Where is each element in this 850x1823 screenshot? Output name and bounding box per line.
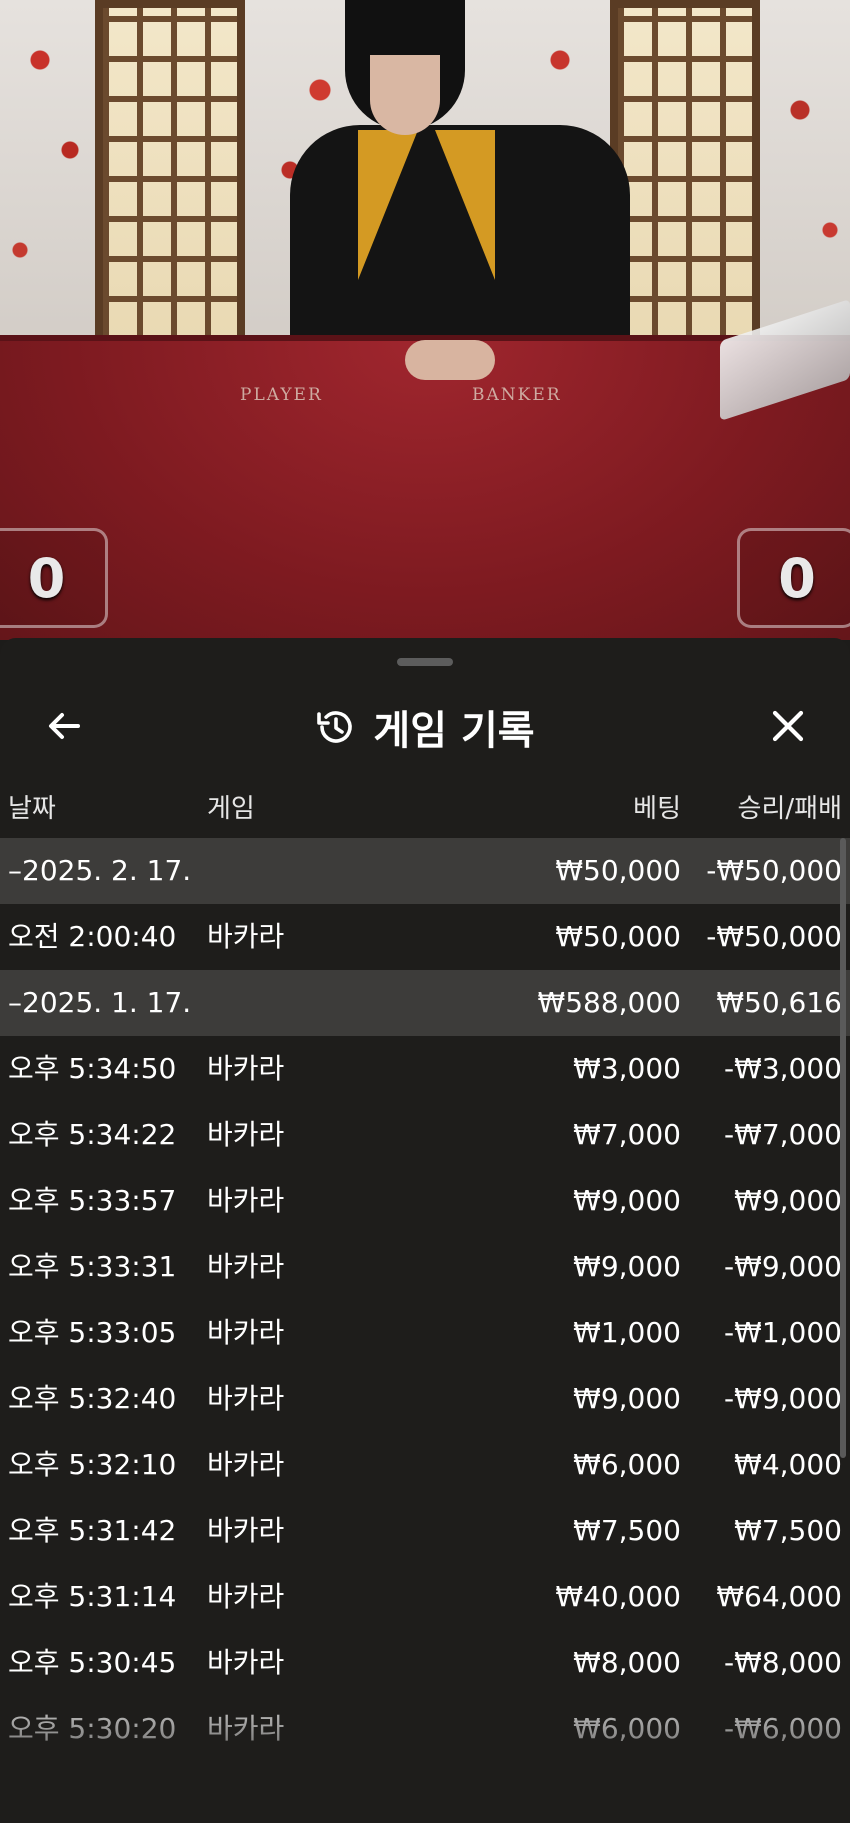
cell-game: 바카라 [207, 920, 285, 953]
history-row[interactable]: 오후 5:31:14 바카라 ₩40,000 ₩64,000 [0, 1564, 850, 1630]
cell-bet: ₩9,000 [573, 1184, 681, 1217]
close-icon [772, 710, 804, 742]
cell-winloss: -₩3,000 [724, 1052, 842, 1085]
cell-winloss: -₩9,000 [724, 1250, 842, 1283]
cell-bet: ₩50,000 [555, 854, 681, 887]
cell-date: 오후 5:30:20 [8, 1712, 177, 1745]
title-group: 게임 기록 [0, 700, 850, 754]
column-header-game: 게임 [207, 794, 255, 824]
cell-bet: ₩9,000 [573, 1250, 681, 1283]
cell-winloss: -₩8,000 [724, 1646, 842, 1679]
cell-date: 오후 5:32:40 [8, 1382, 177, 1415]
cell-bet: ₩6,000 [573, 1712, 681, 1745]
cell-date: 오후 5:34:50 [8, 1052, 177, 1085]
cell-bet: ₩9,000 [573, 1382, 681, 1415]
cell-winloss: ₩64,000 [716, 1580, 842, 1613]
history-row[interactable]: 오후 5:34:50 바카라 ₩3,000 -₩3,000 [0, 1036, 850, 1102]
history-row[interactable]: 오후 5:30:45 바카라 ₩8,000 -₩8,000 [0, 1630, 850, 1696]
column-header-bet: 베팅 [633, 794, 681, 824]
history-row[interactable]: 오후 5:33:05 바카라 ₩1,000 -₩1,000 [0, 1300, 850, 1366]
lattice-screen-right [610, 0, 760, 350]
lattice-screen-left [95, 0, 245, 350]
game-history-sheet: 게임 기록 날짜 게임 베팅 승리/패배 –2025. 2. 17. ₩50,00… [0, 638, 850, 1823]
history-row[interactable]: 오후 5:33:31 바카라 ₩9,000 -₩9,000 [0, 1234, 850, 1300]
cell-date: –2025. 1. 17. [8, 986, 192, 1019]
cell-game: 바카라 [207, 1052, 285, 1085]
cell-date: 오후 5:32:10 [8, 1448, 177, 1481]
sheet-drag-handle[interactable] [397, 658, 453, 666]
cell-winloss: -₩50,000 [706, 854, 842, 887]
cell-bet: ₩50,000 [555, 920, 681, 953]
dealer-hand [405, 340, 495, 380]
history-row[interactable]: 오전 2:00:40 바카라 ₩50,000 -₩50,000 [0, 904, 850, 970]
sheet-title: 게임 기록 [373, 708, 535, 754]
live-video-feed: PLAYER BANKER 0 0 [0, 0, 850, 640]
cell-game: 바카라 [207, 1382, 285, 1415]
cell-game: 바카라 [207, 1316, 285, 1349]
history-list[interactable]: –2025. 2. 17. ₩50,000 -₩50,000 오전 2:00:40 바카… [0, 838, 850, 1762]
table-label-player: PLAYER [240, 385, 323, 405]
cell-date: 오후 5:34:22 [8, 1118, 177, 1151]
cell-winloss: -₩9,000 [724, 1382, 842, 1415]
cell-game: 바카라 [207, 1646, 285, 1679]
cell-date: 오후 5:33:31 [8, 1250, 177, 1283]
banker-score: 0 [737, 528, 850, 628]
cell-bet: ₩7,000 [573, 1118, 681, 1151]
cell-bet: ₩7,500 [573, 1514, 681, 1547]
cell-winloss: ₩7,500 [734, 1514, 842, 1547]
cell-date: 오후 5:30:45 [8, 1646, 177, 1679]
cell-winloss: ₩4,000 [734, 1448, 842, 1481]
cell-game: 바카라 [207, 1250, 285, 1283]
scrollbar[interactable] [840, 838, 846, 1458]
cell-winloss: -₩1,000 [724, 1316, 842, 1349]
column-header-date: 날짜 [8, 794, 56, 824]
cell-date: 오후 5:31:14 [8, 1580, 177, 1613]
history-row[interactable]: 오후 5:32:10 바카라 ₩6,000 ₩4,000 [0, 1432, 850, 1498]
cell-date: 오후 5:33:05 [8, 1316, 177, 1349]
date-group-row[interactable]: –2025. 1. 17. ₩588,000 ₩50,616 [0, 970, 850, 1036]
close-button[interactable] [760, 698, 816, 754]
cell-bet: ₩3,000 [573, 1052, 681, 1085]
history-row[interactable]: 오후 5:33:57 바카라 ₩9,000 ₩9,000 [0, 1168, 850, 1234]
cell-winloss: -₩6,000 [724, 1712, 842, 1745]
cell-game: 바카라 [207, 1448, 285, 1481]
cell-game: 바카라 [207, 1580, 285, 1613]
column-header-winloss: 승리/패배 [737, 794, 842, 824]
history-icon [317, 711, 353, 743]
cell-winloss: -₩7,000 [724, 1118, 842, 1151]
dealer-lapel-right [435, 130, 495, 280]
cell-date: 오전 2:00:40 [8, 920, 177, 953]
table-label-banker: BANKER [472, 385, 562, 405]
dealer-face [370, 55, 440, 135]
sheet-header: 게임 기록 [0, 678, 850, 768]
cell-winloss: ₩9,000 [734, 1184, 842, 1217]
cell-game: 바카라 [207, 1712, 285, 1745]
cell-date: 오후 5:31:42 [8, 1514, 177, 1547]
cell-bet: ₩6,000 [573, 1448, 681, 1481]
cell-winloss: ₩50,616 [716, 986, 842, 1019]
cell-bet: ₩1,000 [573, 1316, 681, 1349]
history-row[interactable]: 오후 5:32:40 바카라 ₩9,000 -₩9,000 [0, 1366, 850, 1432]
history-row[interactable]: 오후 5:31:42 바카라 ₩7,500 ₩7,500 [0, 1498, 850, 1564]
cell-game: 바카라 [207, 1118, 285, 1151]
cell-game: 바카라 [207, 1514, 285, 1547]
dealer-lapel-left [358, 130, 418, 280]
player-score: 0 [0, 528, 108, 628]
date-group-row[interactable]: –2025. 2. 17. ₩50,000 -₩50,000 [0, 838, 850, 904]
cell-bet: ₩8,000 [573, 1646, 681, 1679]
cell-game: 바카라 [207, 1184, 285, 1217]
cell-winloss: -₩50,000 [706, 920, 842, 953]
history-row[interactable]: 오후 5:34:22 바카라 ₩7,000 -₩7,000 [0, 1102, 850, 1168]
cell-date: –2025. 2. 17. [8, 854, 192, 887]
history-row[interactable]: 오후 5:30:20 바카라 ₩6,000 -₩6,000 [0, 1696, 850, 1762]
cell-bet: ₩588,000 [537, 986, 681, 1019]
cell-bet: ₩40,000 [555, 1580, 681, 1613]
cell-date: 오후 5:33:57 [8, 1184, 177, 1217]
